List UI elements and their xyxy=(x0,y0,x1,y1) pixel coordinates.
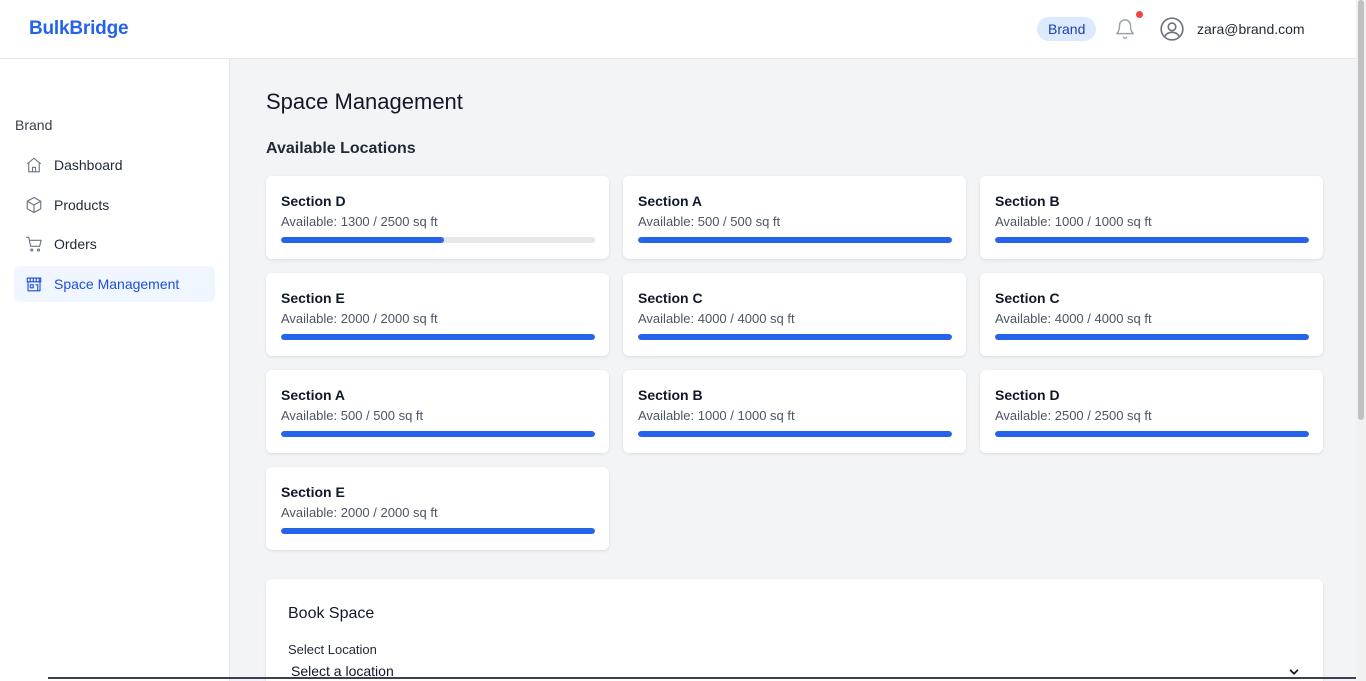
cart-icon xyxy=(25,236,42,252)
location-card[interactable]: Section C Available: 4000 / 4000 sq ft xyxy=(980,273,1323,356)
availability-bar-fill xyxy=(638,237,952,243)
location-card[interactable]: Section B Available: 1000 / 1000 sq ft xyxy=(980,176,1323,259)
sidebar-item-dashboard[interactable]: Dashboard xyxy=(14,147,215,183)
availability-bar xyxy=(638,431,952,437)
page-title: Space Management xyxy=(266,89,463,114)
role-badge: Brand xyxy=(1037,17,1097,41)
window-bottom-edge xyxy=(48,677,1356,679)
sidebar-item-space-management[interactable]: Space Management xyxy=(14,266,215,302)
user-circle-icon[interactable] xyxy=(1159,16,1185,42)
location-card[interactable]: Section C Available: 4000 / 4000 sq ft xyxy=(623,273,966,356)
location-card[interactable]: Section A Available: 500 / 500 sq ft xyxy=(266,370,609,453)
availability-bar-fill xyxy=(995,334,1309,340)
location-card[interactable]: Section E Available: 2000 / 2000 sq ft xyxy=(266,273,609,356)
location-availability: Available: 4000 / 4000 sq ft xyxy=(638,311,795,326)
location-card[interactable]: Section B Available: 1000 / 1000 sq ft xyxy=(623,370,966,453)
location-card[interactable]: Section D Available: 1300 / 2500 sq ft xyxy=(266,176,609,259)
location-availability: Available: 1000 / 1000 sq ft xyxy=(638,408,795,423)
location-card[interactable]: Section E Available: 2000 / 2000 sq ft xyxy=(266,467,609,550)
location-card[interactable]: Section A Available: 500 / 500 sq ft xyxy=(623,176,966,259)
availability-bar-fill xyxy=(638,431,952,437)
available-locations-heading: Available Locations xyxy=(266,140,416,157)
sidebar-item-label: Products xyxy=(54,197,110,213)
availability-bar-fill xyxy=(995,237,1309,243)
location-name: Section A xyxy=(638,193,703,209)
location-name: Section E xyxy=(281,484,345,500)
home-icon xyxy=(26,157,42,173)
location-name: Section A xyxy=(281,387,346,403)
location-name: Section B xyxy=(995,193,1060,209)
sidebar-item-label: Orders xyxy=(54,236,97,252)
availability-bar-fill xyxy=(281,334,595,340)
availability-bar-fill xyxy=(281,431,595,437)
availability-bar xyxy=(281,528,595,534)
notification-dot xyxy=(1136,11,1143,18)
sidebar-section-label: Brand xyxy=(15,117,53,133)
availability-bar xyxy=(281,237,595,243)
availability-bar-fill xyxy=(281,528,595,534)
location-name: Section C xyxy=(638,290,703,306)
store-icon xyxy=(26,277,42,292)
page-scrollbar[interactable] xyxy=(1356,0,1366,681)
scrollbar-thumb[interactable] xyxy=(1358,0,1364,420)
cube-icon xyxy=(26,196,42,214)
location-availability: Available: 1000 / 1000 sq ft xyxy=(995,214,1152,229)
book-space-heading: Book Space xyxy=(288,605,375,622)
bell-icon[interactable] xyxy=(1114,18,1136,40)
location-availability: Available: 4000 / 4000 sq ft xyxy=(995,311,1152,326)
availability-bar xyxy=(638,237,952,243)
location-availability: Available: 1300 / 2500 sq ft xyxy=(281,214,438,229)
availability-bar xyxy=(995,237,1309,243)
location-availability: Available: 500 / 500 sq ft xyxy=(638,214,781,229)
location-name: Section D xyxy=(995,387,1060,403)
sidebar-item-orders[interactable]: Orders xyxy=(14,226,215,262)
location-availability: Available: 2000 / 2000 sq ft xyxy=(281,505,438,520)
location-name: Section B xyxy=(638,387,703,403)
user-email[interactable]: zara@brand.com xyxy=(1197,21,1305,37)
sidebar-item-products[interactable]: Products xyxy=(14,187,215,223)
availability-bar-fill xyxy=(281,237,445,243)
availability-bar xyxy=(995,334,1309,340)
location-availability: Available: 500 / 500 sq ft xyxy=(281,408,424,423)
location-name: Section D xyxy=(281,193,346,209)
availability-bar xyxy=(281,334,595,340)
availability-bar-fill xyxy=(995,431,1309,437)
top-bar: BulkBridge Brand zara@brand.com xyxy=(0,0,1356,59)
sidebar: Brand Dashboard Products Orders Space Ma… xyxy=(0,59,230,681)
location-name: Section E xyxy=(281,290,345,306)
sidebar-item-label: Dashboard xyxy=(54,157,123,173)
location-availability: Available: 2000 / 2000 sq ft xyxy=(281,311,438,326)
availability-bar xyxy=(281,431,595,437)
location-card[interactable]: Section D Available: 2500 / 2500 sq ft xyxy=(980,370,1323,453)
location-availability: Available: 2500 / 2500 sq ft xyxy=(995,408,1152,423)
location-name: Section C xyxy=(995,290,1060,306)
app-logo[interactable]: BulkBridge xyxy=(29,18,129,40)
book-space-panel: Book Space Select Location Select a loca… xyxy=(266,579,1323,681)
availability-bar xyxy=(638,334,952,340)
availability-bar xyxy=(995,431,1309,437)
sidebar-item-label: Space Management xyxy=(54,276,180,292)
select-location-label: Select Location xyxy=(288,642,377,657)
availability-bar-fill xyxy=(638,334,952,340)
